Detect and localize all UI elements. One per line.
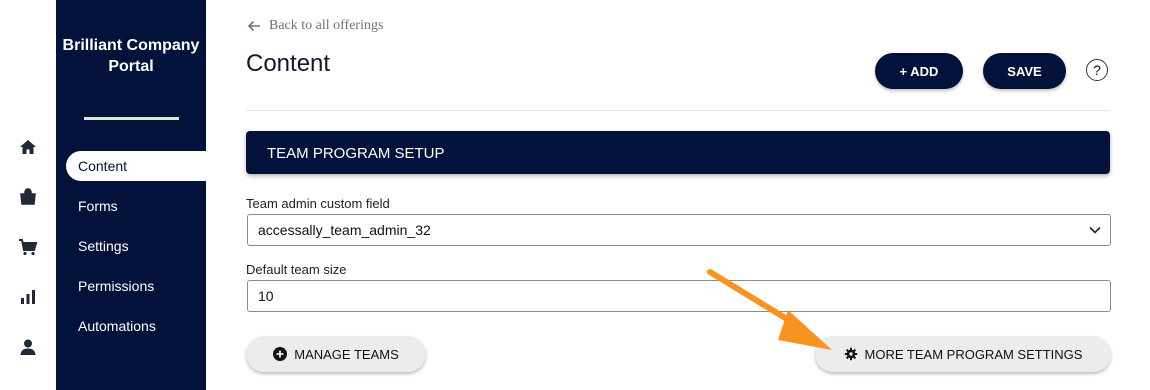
plus-circle-icon <box>273 347 288 361</box>
team-admin-select-value: accessally_team_admin_32 <box>258 222 431 238</box>
main-content: Back to all offerings Content + ADD SAVE… <box>246 0 1112 390</box>
team-admin-field-label: Team admin custom field <box>246 196 390 211</box>
page-title: Content <box>246 50 331 77</box>
team-admin-select[interactable]: accessally_team_admin_32 <box>247 214 1111 246</box>
bar-chart-icon[interactable] <box>18 287 38 307</box>
brand-divider <box>84 117 179 120</box>
icon-rail <box>0 0 56 390</box>
chevron-down-icon <box>1089 226 1101 234</box>
add-button[interactable]: + ADD <box>875 53 963 89</box>
brand-title: Brilliant Company Portal <box>62 37 200 75</box>
back-link-label: Back to all offerings <box>269 18 384 33</box>
manage-teams-label: MANAGE TEAMS <box>294 346 399 362</box>
header-divider <box>246 110 1110 111</box>
team-size-input[interactable]: 10 <box>247 280 1111 312</box>
sidebar-item-permissions[interactable]: Permissions <box>66 271 206 301</box>
team-size-field-label: Default team size <box>246 262 347 277</box>
sidebar-item-automations[interactable]: Automations <box>66 311 206 341</box>
sidebar-item-content[interactable]: Content <box>66 151 206 181</box>
team-size-input-value: 10 <box>258 288 274 304</box>
user-icon[interactable] <box>18 337 38 357</box>
home-icon[interactable] <box>18 137 38 157</box>
sidebar-item-forms[interactable]: Forms <box>66 191 206 221</box>
save-button[interactable]: SAVE <box>983 53 1066 89</box>
section-header: TEAM PROGRAM SETUP <box>246 131 1110 174</box>
sidebar-item-settings[interactable]: Settings <box>66 231 206 261</box>
more-settings-label: MORE TEAM PROGRAM SETTINGS <box>864 346 1083 362</box>
arrow-left-icon <box>247 20 260 32</box>
manage-teams-button[interactable]: MANAGE TEAMS <box>246 336 426 372</box>
back-link[interactable]: Back to all offerings <box>246 18 383 34</box>
more-team-program-settings-button[interactable]: MORE TEAM PROGRAM SETTINGS <box>815 336 1111 372</box>
section-title: TEAM PROGRAM SETUP <box>267 145 445 162</box>
sidebar: Brilliant Company Portal Content Forms S… <box>56 0 206 390</box>
gear-icon <box>844 347 857 361</box>
cart-icon[interactable] <box>18 237 38 257</box>
store-icon[interactable] <box>18 187 38 207</box>
help-icon[interactable]: ? <box>1086 59 1108 81</box>
